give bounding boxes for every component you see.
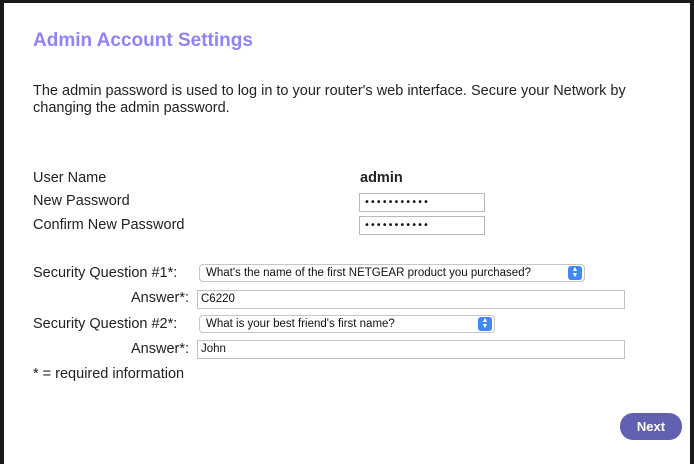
security-question-1-select[interactable]: What's the name of the first NETGEAR pro…: [199, 264, 585, 282]
user-name-value: admin: [360, 170, 403, 186]
confirm-password-label: Confirm New Password: [33, 217, 185, 233]
chevron-up-down-icon: ▲ ▼: [568, 266, 582, 280]
user-name-label: User Name: [33, 170, 107, 186]
page-description: The admin password is used to log in to …: [33, 83, 626, 116]
next-button[interactable]: Next: [620, 413, 682, 440]
required-info-note: * = required information: [33, 366, 185, 382]
chevron-up-down-icon: ▲ ▼: [478, 317, 492, 331]
new-password-label: New Password: [33, 193, 130, 209]
answer-1-input[interactable]: C6220: [197, 290, 625, 309]
security-question-2-select[interactable]: What is your best friend's first name? ▲…: [199, 315, 495, 333]
answer-1-label: Answer*:: [131, 290, 190, 306]
answer-2-label: Answer*:: [131, 341, 190, 357]
security-question-2-label: Security Question #2*:: [33, 316, 178, 332]
page-title: Admin Account Settings: [33, 30, 253, 51]
answer-2-input[interactable]: John: [197, 340, 625, 359]
security-question-2-selected: What is your best friend's first name?: [206, 318, 395, 330]
new-password-field[interactable]: •••••••••••: [359, 193, 485, 212]
security-question-1-selected: What's the name of the first NETGEAR pro…: [206, 267, 531, 279]
security-question-1-label: Security Question #1*:: [33, 265, 178, 281]
confirm-password-field[interactable]: •••••••••••: [359, 216, 485, 235]
